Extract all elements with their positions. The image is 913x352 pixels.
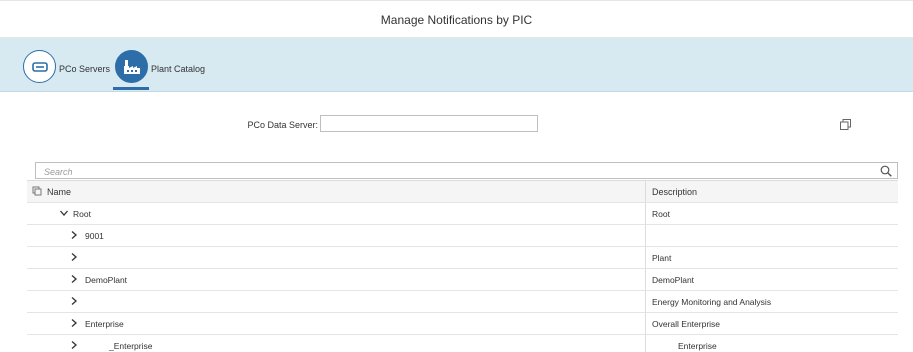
row-name: Root: [73, 209, 91, 219]
tab-pco-servers[interactable]: PCo Servers: [23, 43, 110, 90]
pco-data-server-row: PCo Data Server:: [0, 115, 913, 135]
pco-data-server-input[interactable]: [320, 115, 851, 132]
chevron-right-icon[interactable]: [69, 274, 79, 284]
search-input[interactable]: Search: [35, 162, 898, 179]
pco-data-server-label: PCo Data Server:: [247, 120, 318, 130]
search-placeholder: Search: [44, 167, 73, 177]
page-title: Manage Notifications by PIC: [380, 13, 533, 27]
chevron-right-icon[interactable]: [69, 340, 79, 350]
chevron-right-icon[interactable]: [69, 318, 79, 328]
chevron-down-icon[interactable]: [59, 208, 69, 218]
row-name: DemoPlant: [85, 275, 128, 285]
nav-strip: PCo Servers Plant Catalog: [0, 38, 913, 92]
row-name: 9001: [85, 231, 104, 241]
table-row[interactable]: 9001: [27, 225, 898, 247]
tab-plant-catalog[interactable]: Plant Catalog: [115, 43, 205, 90]
server-icon: [23, 50, 56, 83]
select-all-icon[interactable]: [32, 186, 42, 196]
row-name: Enterprise: [85, 319, 124, 329]
selected-tab-indicator: [113, 87, 149, 90]
row-name: _Enterprise: [109, 341, 153, 351]
row-description: Overall Enterprise: [652, 319, 721, 329]
table-row[interactable]: DemoPlant DemoPlant: [27, 269, 898, 291]
table-row[interactable]: Root Root: [27, 203, 898, 225]
row-description: Plant: [652, 253, 672, 263]
table-header-row: Name Description: [27, 181, 898, 203]
row-description: DemoPlant: [652, 275, 695, 285]
chevron-right-icon[interactable]: [69, 296, 79, 306]
chevron-right-icon[interactable]: [69, 252, 79, 262]
chevron-right-icon[interactable]: [69, 230, 79, 240]
table-row[interactable]: _Enterprise Enterprise: [27, 335, 898, 352]
plant-catalog-tree-table: Name Description Root Root 9001 Plant De…: [27, 180, 898, 352]
title-bar: Manage Notifications by PIC: [0, 0, 913, 38]
header-name-cell: Name: [27, 181, 646, 202]
column-header-name[interactable]: Name: [47, 187, 71, 197]
table-row[interactable]: Enterprise Overall Enterprise: [27, 313, 898, 335]
factory-icon: [115, 50, 148, 83]
tab-plant-catalog-label: Plant Catalog: [151, 63, 206, 74]
column-header-description[interactable]: Description: [652, 187, 697, 197]
row-description: Energy Monitoring and Analysis: [652, 297, 772, 307]
table-row[interactable]: Energy Monitoring and Analysis: [27, 291, 898, 313]
header-description-cell: Description: [646, 181, 898, 202]
row-description: Enterprise: [678, 341, 717, 351]
tab-pco-servers-label: PCo Servers: [59, 63, 111, 74]
row-description: Root: [652, 209, 670, 219]
search-icon[interactable]: [880, 165, 892, 177]
table-row[interactable]: Plant: [27, 247, 898, 269]
value-help-icon[interactable]: [840, 119, 851, 130]
